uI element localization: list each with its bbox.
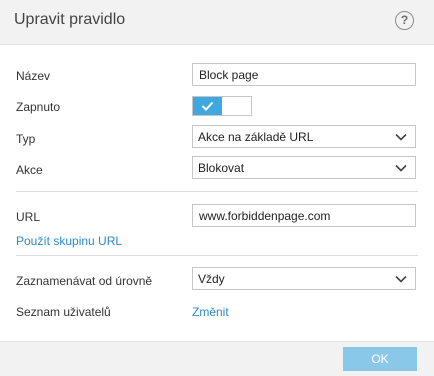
name-field[interactable] (192, 63, 416, 86)
url-field[interactable] (192, 204, 416, 227)
name-label: Název (16, 69, 51, 83)
edit-rule-dialog: Upravit pravidlo ? Název Zapnuto Typ Akc… (0, 0, 434, 376)
chevron-down-icon (395, 133, 407, 141)
dialog-title: Upravit pravidlo (14, 11, 126, 28)
enabled-toggle[interactable] (192, 96, 252, 116)
type-select-value: Akce na základě URL (198, 130, 314, 144)
action-label: Akce (16, 163, 43, 177)
help-icon[interactable]: ? (395, 11, 414, 30)
log-level-select[interactable]: Vždy (192, 267, 416, 290)
type-select[interactable]: Akce na základě URL (192, 125, 416, 148)
check-icon (201, 101, 214, 111)
dialog-header: Upravit pravidlo ? (0, 0, 434, 45)
log-level-select-value: Vždy (198, 272, 225, 286)
url-label: URL (16, 210, 41, 224)
dialog-footer: OK (0, 341, 434, 376)
type-label: Typ (16, 132, 36, 146)
action-select[interactable]: Blokovat (192, 156, 416, 179)
divider (16, 191, 418, 192)
user-list-label: Seznam uživatelů (16, 305, 111, 319)
chevron-down-icon (395, 275, 407, 283)
change-users-link[interactable]: Změnit (192, 305, 229, 319)
enabled-label: Zapnuto (16, 100, 61, 114)
chevron-down-icon (395, 164, 407, 172)
action-select-value: Blokovat (198, 161, 245, 175)
ok-button[interactable]: OK (343, 347, 417, 371)
log-level-label: Zaznamenávat od úrovně (16, 274, 153, 288)
toggle-knob (193, 97, 222, 115)
divider (16, 255, 418, 256)
use-url-group-link[interactable]: Použít skupinu URL (16, 234, 122, 248)
